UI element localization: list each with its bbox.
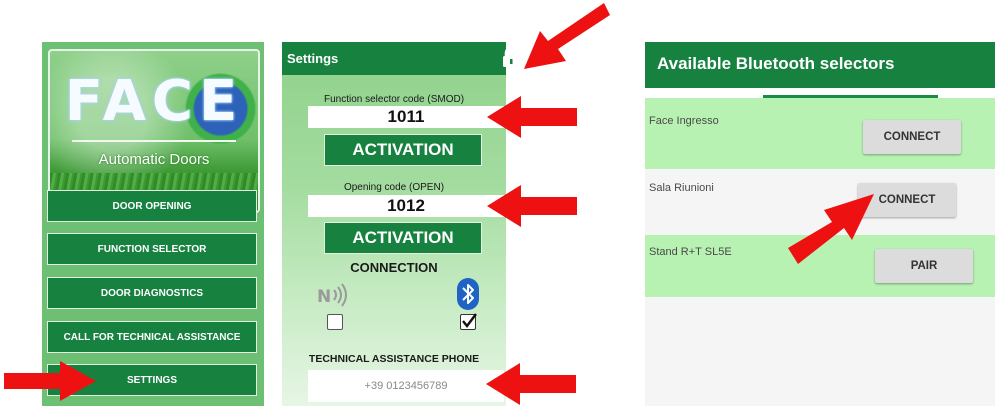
opening-activation-button[interactable]: ACTIVATION	[324, 222, 482, 254]
pointer-arrow-settings	[4, 361, 96, 401]
logo-divider	[72, 140, 236, 142]
device-row[interactable]: Face Ingresso CONNECT	[645, 98, 995, 169]
call-technical-assistance-button[interactable]: CALL FOR TECHNICAL ASSISTANCE	[47, 321, 257, 353]
device-name: Stand R+T SL5E	[649, 246, 732, 258]
function-selector-button[interactable]: FUNCTION SELECTOR	[47, 233, 257, 265]
function-code-label: Function selector code (SMOD)	[323, 94, 465, 105]
bluetooth-title: Available Bluetooth selectors	[657, 54, 895, 73]
pointer-arrow-connect	[788, 192, 876, 264]
svg-text:N: N	[317, 287, 331, 307]
pointer-arrow-phone	[486, 363, 576, 405]
phone-label: TECHNICAL ASSISTANCE PHONE	[308, 353, 480, 365]
pointer-arrow-lock	[520, 3, 610, 71]
nfc-checkbox[interactable]	[327, 314, 343, 330]
checkmark-icon	[462, 313, 477, 328]
device-name: Face Ingresso	[649, 115, 719, 127]
main-menu-screen: FACE Automatic Doors DOOR OPENING FUNCTI…	[42, 42, 264, 406]
logo-title: FACE	[64, 69, 244, 134]
door-diagnostics-button[interactable]: DOOR DIAGNOSTICS	[47, 277, 257, 309]
opening-code-field[interactable]: 1012	[308, 195, 504, 217]
function-activation-button[interactable]: ACTIVATION	[324, 134, 482, 166]
pointer-arrow-function-code	[487, 96, 577, 138]
connect-button[interactable]: CONNECT	[863, 120, 961, 154]
connection-label: CONNECTION	[350, 260, 438, 275]
device-name: Sala Riunioni	[649, 182, 714, 194]
phone-field[interactable]: +39 0123456789	[308, 370, 504, 402]
logo-subtitle: Automatic Doors	[98, 151, 210, 168]
bluetooth-header: Available Bluetooth selectors	[645, 42, 995, 88]
function-code-field[interactable]: 1011	[308, 106, 504, 128]
face-logo: FACE Automatic Doors	[48, 49, 260, 213]
bluetooth-icon	[457, 278, 479, 310]
opening-code-label: Opening code (OPEN)	[343, 182, 445, 193]
pair-button[interactable]: PAIR	[875, 249, 973, 283]
settings-header: Settings	[282, 42, 506, 75]
settings-screen: Settings Function selector code (SMOD) 1…	[282, 42, 506, 406]
lock-icon[interactable]	[500, 46, 522, 68]
pointer-arrow-opening-code	[487, 185, 577, 227]
nfc-icon: N	[317, 282, 351, 308]
door-opening-button[interactable]: DOOR OPENING	[47, 190, 257, 222]
bluetooth-checkbox[interactable]	[460, 313, 477, 330]
settings-title: Settings	[287, 51, 339, 66]
